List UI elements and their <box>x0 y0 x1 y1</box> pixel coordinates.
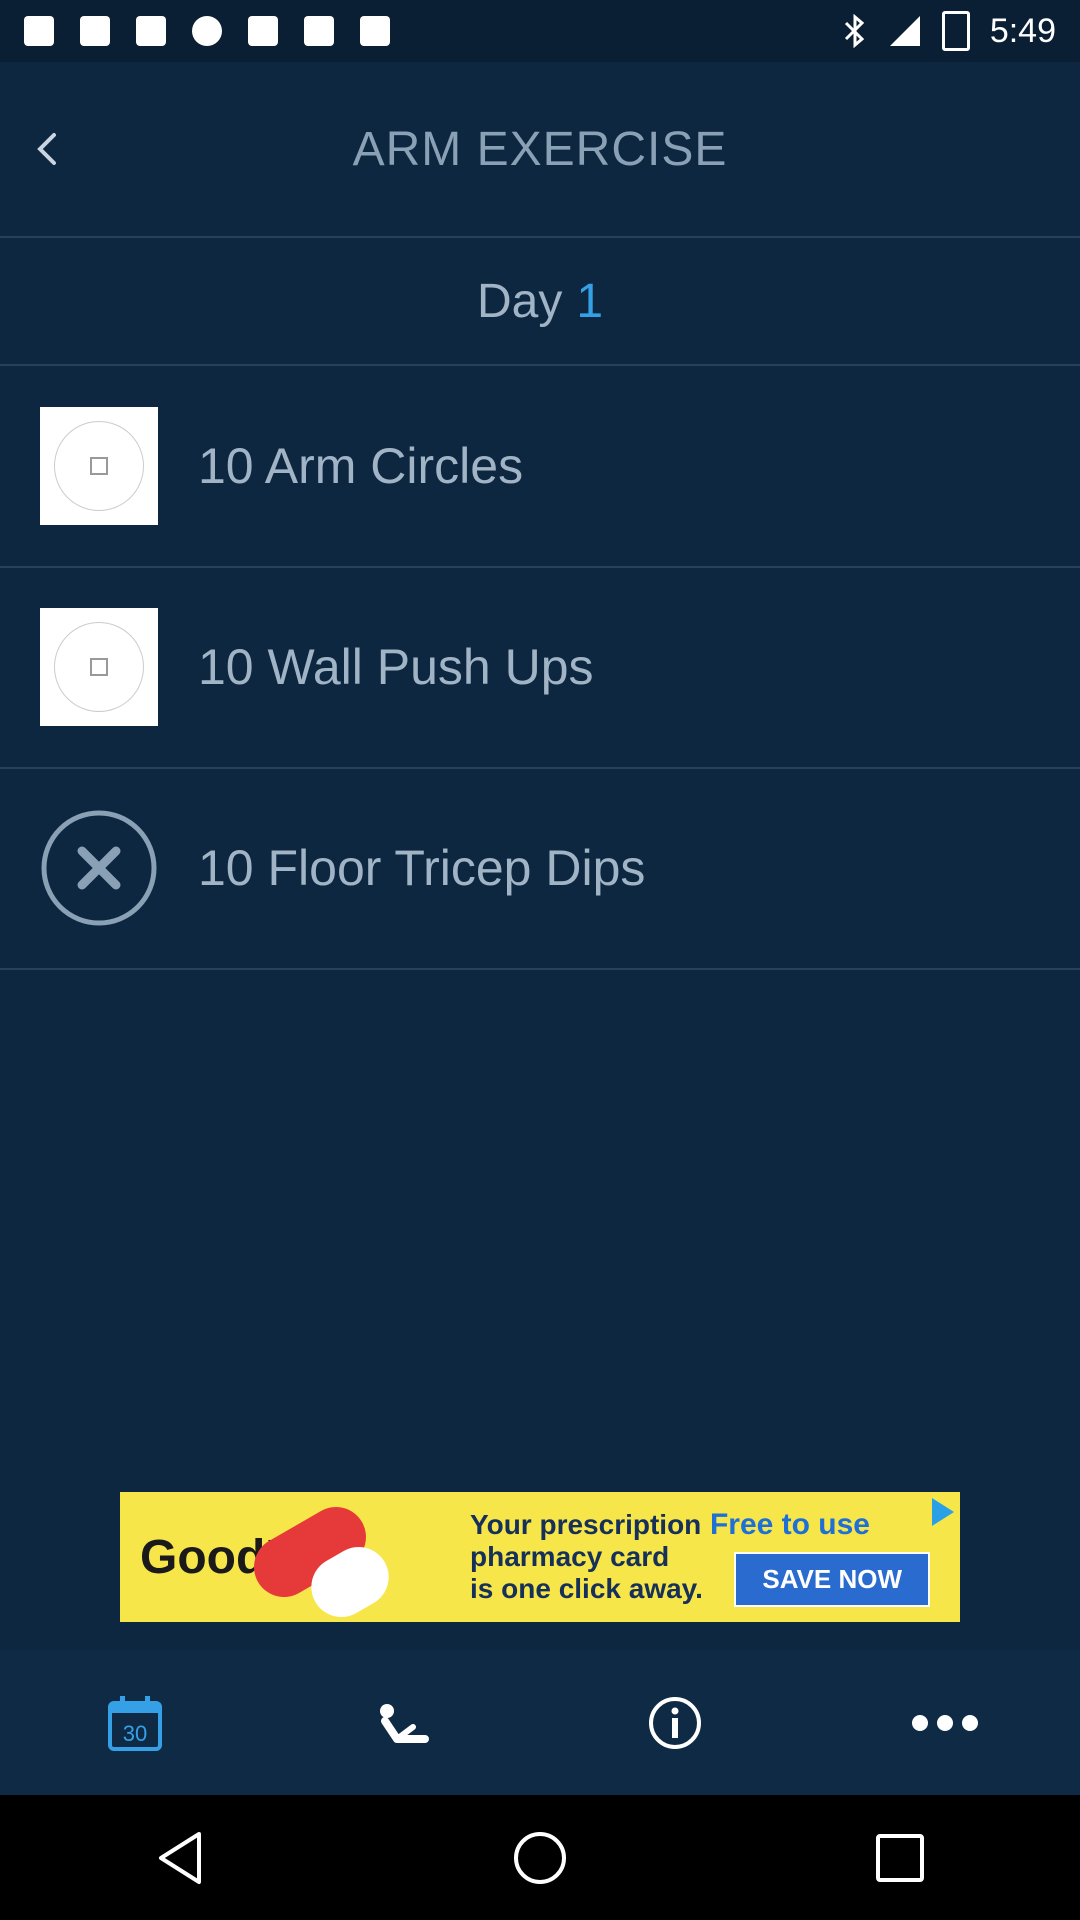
status-time: 5:49 <box>989 11 1056 50</box>
broken-image-icon <box>90 457 108 475</box>
ad-text: Your prescription pharmacy card is one c… <box>470 1509 703 1604</box>
exercise-label: 10 Arm Circles <box>198 438 524 494</box>
home-circle-icon <box>514 1831 566 1884</box>
ad-banner[interactable]: GoodRx Your prescription pharmacy card i… <box>120 1492 960 1622</box>
system-back-button[interactable] <box>120 1798 240 1918</box>
chevron-left-icon <box>37 133 56 165</box>
info-notification-icon <box>192 16 222 46</box>
android-icon <box>360 16 390 46</box>
facebook-icon <box>24 16 54 46</box>
ad-free-text: Free to use <box>709 1508 870 1541</box>
gallery-icon <box>136 16 166 46</box>
skipped-x-icon <box>40 809 158 927</box>
nav-more[interactable] <box>885 1663 1005 1783</box>
exercise-row-floor-tricep-dips[interactable]: 10 Floor Tricep Dips <box>0 768 1080 970</box>
app-bar: ARM EXERCISE <box>0 62 1080 238</box>
more-icon <box>912 1714 978 1731</box>
svg-text:30: 30 <box>123 1721 147 1746</box>
day-number: 1 <box>576 274 604 328</box>
nav-calendar[interactable]: 30 <box>75 1663 195 1783</box>
lock-icon <box>304 16 334 46</box>
nav-exercise[interactable] <box>345 1663 465 1783</box>
system-home-button[interactable] <box>480 1798 600 1918</box>
page-title: ARM EXERCISE <box>352 122 728 176</box>
battery-icon <box>941 11 970 51</box>
nav-info[interactable] <box>615 1663 735 1783</box>
day-header: Day 1 <box>0 238 1080 366</box>
bottom-navigation: 30 <box>0 1650 1080 1795</box>
info-icon <box>649 1696 701 1749</box>
exercise-icon <box>380 1703 429 1743</box>
status-bar: 5:49 <box>0 0 1080 62</box>
day-label: Day <box>476 274 563 328</box>
exercise-label: 10 Wall Push Ups <box>198 639 594 695</box>
back-triangle-icon <box>159 1831 201 1884</box>
calendar-icon: 30 <box>108 1695 162 1751</box>
ad-choices-icon[interactable] <box>932 1498 954 1526</box>
system-navigation-bar <box>0 1795 1080 1920</box>
image-icon <box>80 16 110 46</box>
bluetooth-icon <box>844 14 865 48</box>
satellite-icon <box>248 16 278 46</box>
signal-icon <box>889 16 920 46</box>
exercise-thumbnail <box>40 407 158 525</box>
system-recents-button[interactable] <box>840 1798 960 1918</box>
exercise-row-wall-push-ups[interactable]: 10 Wall Push Ups <box>0 567 1080 769</box>
ad-save-now-button[interactable]: SAVE NOW <box>734 1552 930 1607</box>
recents-square-icon <box>876 1833 924 1882</box>
exercise-label: 10 Floor Tricep Dips <box>198 840 646 896</box>
broken-image-icon <box>90 658 108 676</box>
exercise-thumbnail <box>40 608 158 726</box>
exercise-row-arm-circles[interactable]: 10 Arm Circles <box>0 366 1080 568</box>
back-button[interactable] <box>12 114 82 184</box>
